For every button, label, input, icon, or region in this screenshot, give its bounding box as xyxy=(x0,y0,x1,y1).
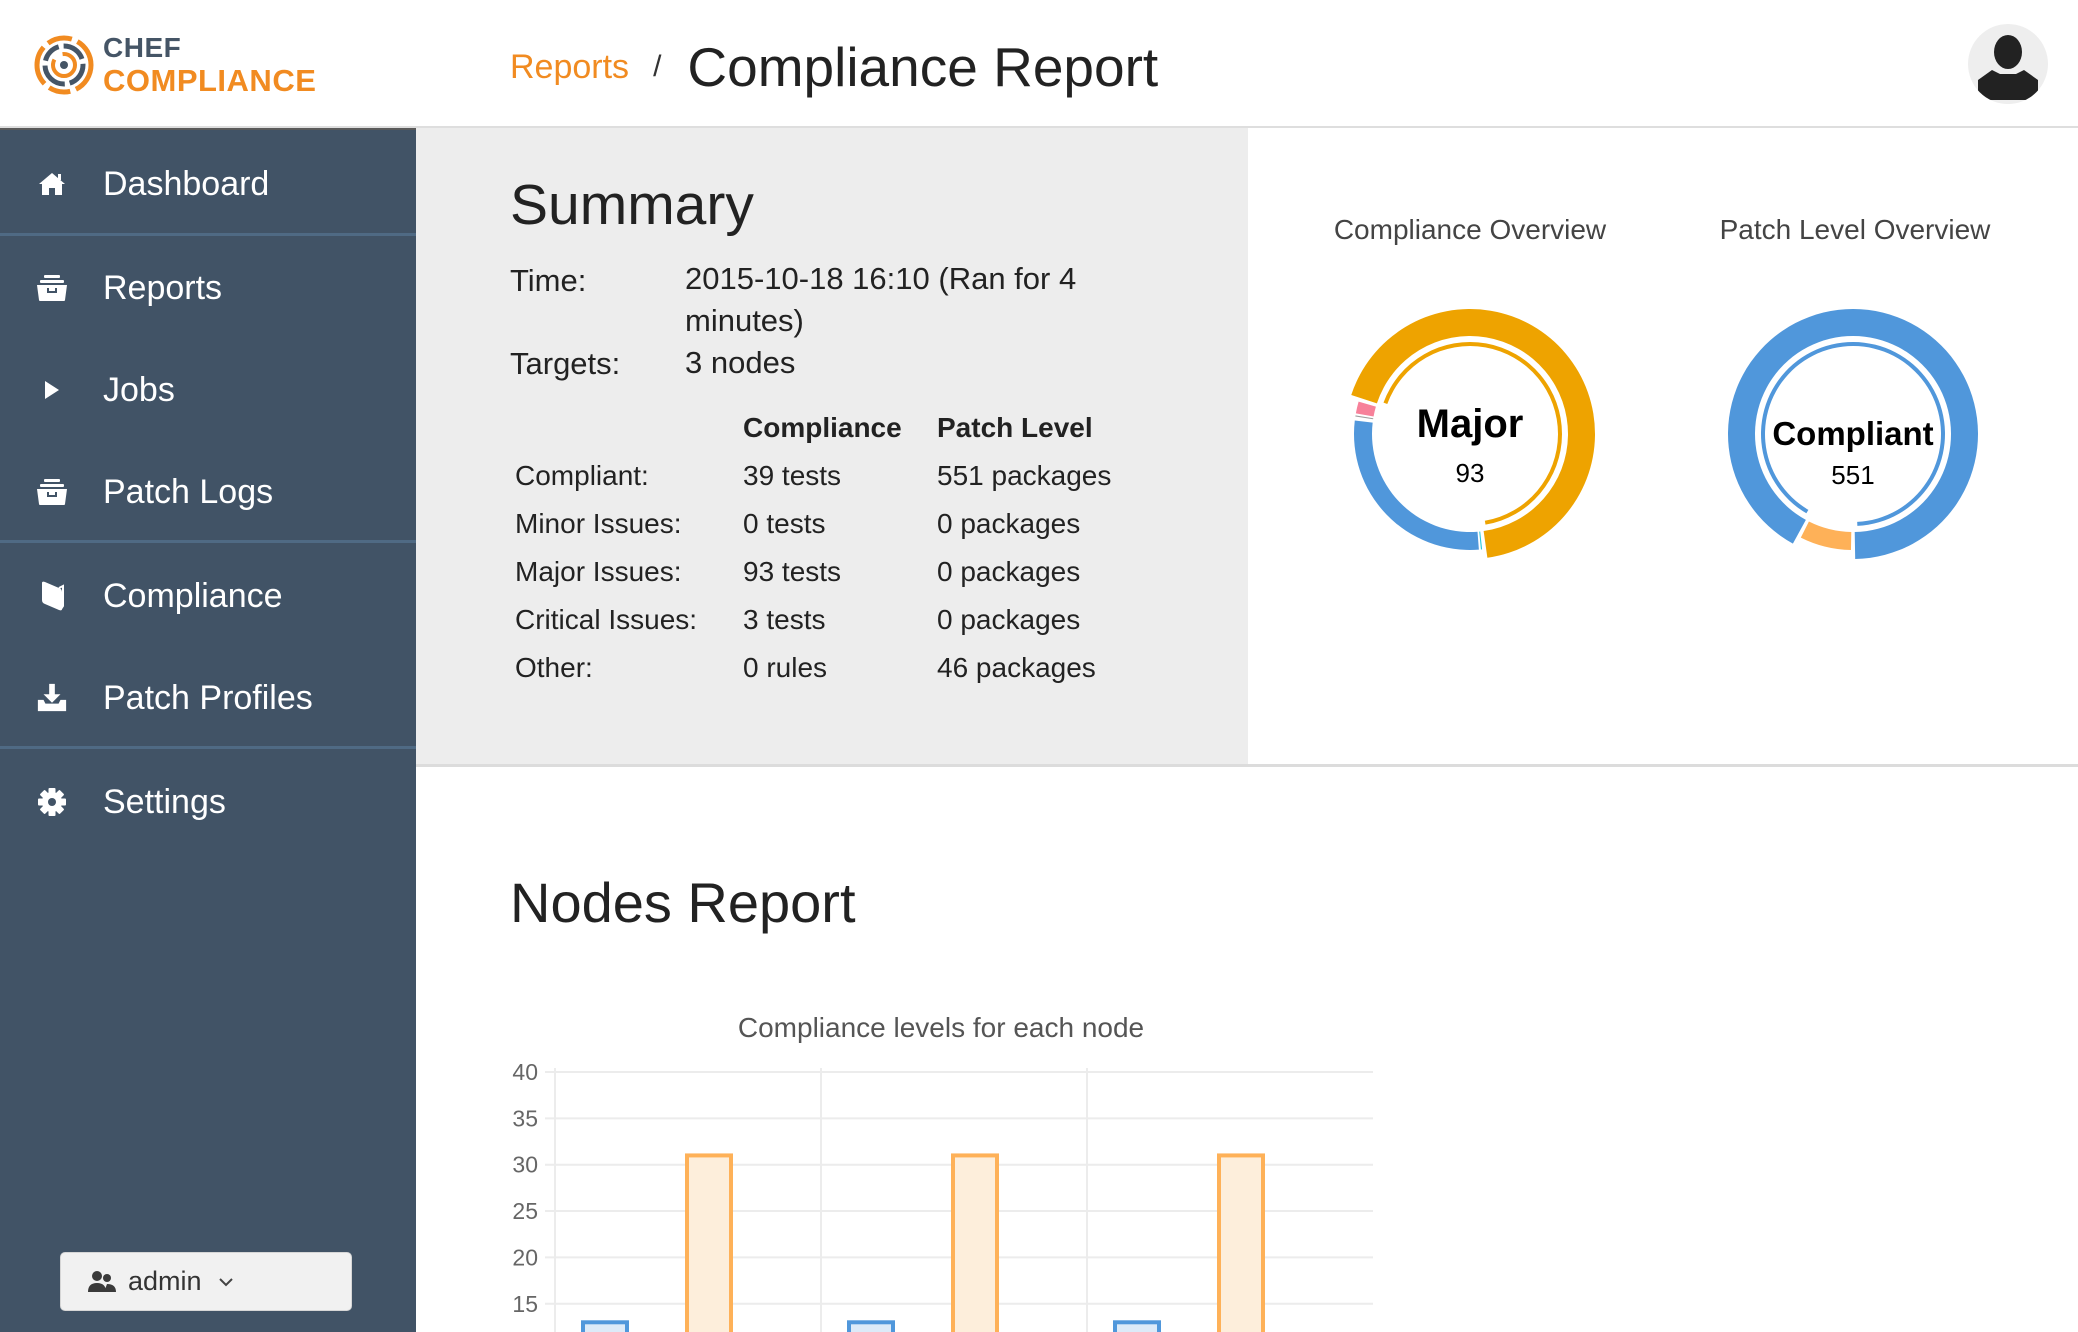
patch-overview-title: Patch Level Overview xyxy=(1719,214,1991,245)
patch-value: 0 packages xyxy=(937,604,1081,635)
y-tick-label: 40 xyxy=(512,1059,538,1085)
sidebar-item-compliance[interactable]: Compliance xyxy=(0,556,416,636)
breadcrumb-separator: / xyxy=(653,50,662,83)
user-avatar[interactable] xyxy=(1968,24,2048,104)
breadcrumb: Reports / Compliance Report xyxy=(510,32,1158,102)
sidebar-item-label: Patch Logs xyxy=(103,472,274,511)
book-icon xyxy=(36,580,68,612)
top-header: CHEF COMPLIANCE Reports / Compliance Rep… xyxy=(0,0,2078,128)
compliance-bar-chart: Compliance levels for each node 15 20 25 30… xyxy=(512,1012,1373,1332)
archive-icon xyxy=(36,476,68,508)
sidebar-item-label: Dashboard xyxy=(103,164,270,203)
compliance-value: 0 rules xyxy=(743,652,828,683)
y-tick-label: 30 xyxy=(512,1152,538,1178)
logo-line2: COMPLIANCE xyxy=(103,63,317,98)
sidebar-item-patch-profiles[interactable]: Patch Profiles xyxy=(0,658,416,738)
row-label: Compliant: xyxy=(515,460,649,491)
archive-icon xyxy=(36,272,68,304)
chef-logo-icon xyxy=(34,35,94,95)
chevron-down-icon xyxy=(218,1277,233,1286)
donut-segment-critical[interactable] xyxy=(1355,401,1376,417)
column-header-patch-level: Patch Level xyxy=(937,412,1093,443)
donut-segment-minor[interactable] xyxy=(1479,531,1483,550)
patch-value: 551 packages xyxy=(937,460,1112,491)
y-tick-label: 25 xyxy=(512,1198,538,1224)
y-tick-label: 20 xyxy=(512,1244,538,1270)
gear-icon xyxy=(36,786,68,818)
nodes-report-title: Nodes Report xyxy=(510,871,856,934)
user-silhouette-icon xyxy=(1978,35,2038,100)
sidebar-item-label: Jobs xyxy=(103,370,175,409)
sidebar-item-label: Patch Profiles xyxy=(103,678,313,717)
sidebar-item-jobs[interactable]: Jobs xyxy=(0,350,416,430)
sidebar-item-dashboard[interactable]: Dashboard xyxy=(0,144,416,224)
sidebar-divider xyxy=(0,540,416,543)
bar-major[interactable] xyxy=(951,1153,999,1332)
sidebar-item-label: Reports xyxy=(103,268,223,307)
donut-segment-other[interactable] xyxy=(1800,521,1852,550)
bar-compliant[interactable] xyxy=(847,1320,895,1332)
sidebar-item-patch-logs[interactable]: Patch Logs xyxy=(0,452,416,532)
sidebar-divider xyxy=(0,233,416,236)
compliance-value: 93 tests xyxy=(743,556,842,587)
donut-center-value: 551 xyxy=(1831,460,1874,490)
chart-title: Compliance levels for each node xyxy=(738,1012,1144,1043)
row-label: Other: xyxy=(515,652,593,683)
y-tick-label: 35 xyxy=(512,1105,538,1131)
download-icon xyxy=(36,682,68,714)
row-label: Critical Issues: xyxy=(515,604,698,635)
sidebar-item-label: Settings xyxy=(103,782,226,821)
patch-donut-chart[interactable]: Compliant 551 xyxy=(1713,294,1993,574)
breadcrumb-reports-link[interactable]: Reports xyxy=(510,48,629,87)
sidebar-item-reports[interactable]: Reports xyxy=(0,248,416,328)
overview-panel: Compliance Overview Patch Level Overview… xyxy=(1248,128,2078,766)
summary-title: Summary xyxy=(510,173,754,237)
compliance-overview-title: Compliance Overview xyxy=(1333,214,1607,245)
patch-value: 46 packages xyxy=(937,652,1096,683)
sidebar-item-label: Compliance xyxy=(103,576,283,615)
targets-label: Targets: xyxy=(510,346,621,381)
logo-line1: CHEF xyxy=(103,32,182,63)
donut-center-label: Compliant xyxy=(1772,415,1933,452)
section-divider xyxy=(416,764,2078,767)
sidebar-item-settings[interactable]: Settings xyxy=(0,762,416,842)
play-icon xyxy=(36,374,68,406)
user-menu-button[interactable]: admin xyxy=(60,1252,352,1311)
bar-compliant[interactable] xyxy=(581,1320,629,1332)
patch-value: 0 packages xyxy=(937,508,1081,539)
user-menu-label: admin xyxy=(128,1266,202,1296)
home-icon xyxy=(36,168,68,200)
chef-compliance-logo[interactable]: CHEF COMPLIANCE xyxy=(33,32,333,98)
compliance-value: 39 tests xyxy=(743,460,842,491)
compliance-value: 3 tests xyxy=(743,604,826,635)
bar-major[interactable] xyxy=(1217,1153,1265,1332)
compliance-value: 0 tests xyxy=(743,508,826,539)
sidebar: Dashboard Reports Jobs Patch Logs Compli… xyxy=(0,128,416,1332)
y-tick-label: 15 xyxy=(512,1291,538,1317)
bar-major[interactable] xyxy=(685,1153,733,1332)
time-value: 2015-10-18 16:10 (Ran for 4 minutes) xyxy=(685,261,1077,338)
users-icon xyxy=(88,1270,116,1292)
patch-value: 0 packages xyxy=(937,556,1081,587)
row-label: Major Issues: xyxy=(515,556,682,587)
compliance-donut-chart[interactable]: Major 93 xyxy=(1330,294,1610,574)
donut-center-value: 93 xyxy=(1456,458,1485,488)
time-label: Time: xyxy=(510,263,587,298)
bar-compliant[interactable] xyxy=(1113,1320,1161,1332)
donut-center-label: Major xyxy=(1417,402,1524,446)
targets-value: 3 nodes xyxy=(685,345,796,380)
column-header-compliance: Compliance xyxy=(743,412,902,443)
page-title: Compliance Report xyxy=(687,36,1159,98)
sidebar-divider xyxy=(0,746,416,749)
summary-panel: Summary Time: 2015-10-18 16:10 (Ran for … xyxy=(416,128,1248,766)
row-label: Minor Issues: xyxy=(515,508,682,539)
